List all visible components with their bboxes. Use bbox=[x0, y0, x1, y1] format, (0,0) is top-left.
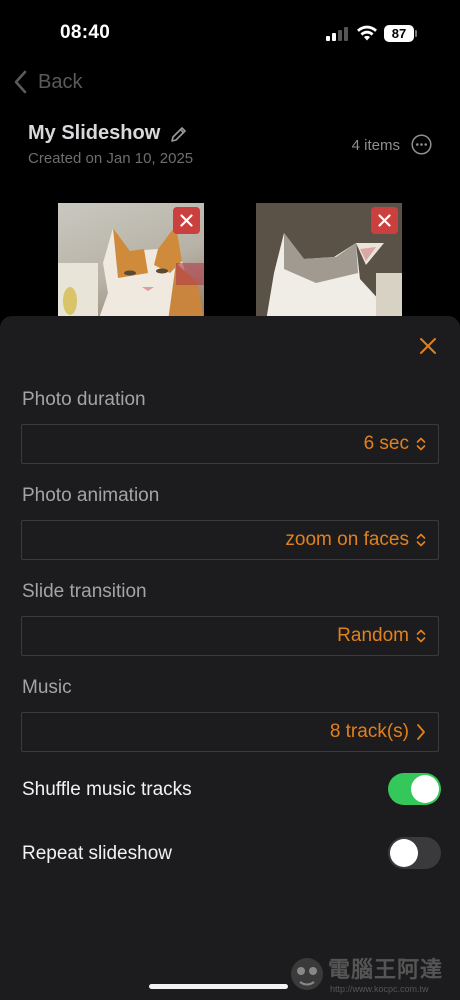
photo-duration-label: Photo duration bbox=[22, 389, 146, 410]
photo-animation-value: zoom on faces bbox=[285, 529, 409, 550]
back-button[interactable]: Back bbox=[12, 68, 82, 96]
chevron-left-icon bbox=[14, 70, 27, 94]
more-options-icon[interactable] bbox=[411, 134, 432, 155]
remove-photo-button[interactable] bbox=[371, 207, 398, 234]
created-date: Created on Jan 10, 2025 bbox=[28, 150, 194, 167]
status-time: 08:40 bbox=[60, 22, 111, 43]
album-title: My Slideshow bbox=[28, 122, 161, 144]
music-value: 8 track(s) bbox=[329, 721, 409, 742]
photo-thumbnail[interactable] bbox=[58, 203, 204, 321]
watermark: 電腦王阿達 http://www.kocpc.com.tw bbox=[288, 948, 456, 998]
watermark-title: 電腦王阿達 bbox=[328, 957, 444, 982]
photo-animation-select[interactable]: zoom on faces bbox=[21, 520, 439, 560]
watermark-logo bbox=[291, 958, 323, 990]
cellular-signal-icon bbox=[326, 27, 348, 41]
music-label: Music bbox=[22, 677, 72, 698]
photo-thumbnail[interactable] bbox=[256, 203, 402, 321]
slide-transition-label: Slide transition bbox=[22, 581, 147, 602]
wifi-icon bbox=[357, 25, 377, 41]
battery-level: 87 bbox=[384, 25, 414, 42]
photo-duration-value: 6 sec bbox=[363, 433, 409, 454]
chevron-right-icon bbox=[417, 724, 425, 740]
back-label: Back bbox=[38, 70, 83, 93]
battery-icon: 87 bbox=[384, 25, 418, 42]
chevron-up-down-icon bbox=[416, 629, 426, 643]
edit-pencil-icon[interactable] bbox=[170, 125, 188, 143]
photo-animation-label: Photo animation bbox=[22, 485, 160, 506]
close-icon bbox=[180, 214, 193, 227]
item-count: 4 items bbox=[351, 137, 400, 154]
remove-photo-button[interactable] bbox=[173, 207, 200, 234]
repeat-slideshow-label: Repeat slideshow bbox=[22, 843, 172, 864]
music-select[interactable]: 8 track(s) bbox=[21, 712, 439, 752]
toggle-knob bbox=[390, 839, 418, 867]
chevron-up-down-icon bbox=[416, 533, 426, 547]
slide-transition-value: Random bbox=[337, 625, 409, 646]
chevron-up-down-icon bbox=[416, 437, 426, 451]
home-indicator[interactable] bbox=[149, 984, 288, 989]
shuffle-music-label: Shuffle music tracks bbox=[22, 779, 192, 800]
toggle-knob bbox=[411, 775, 439, 803]
close-icon bbox=[378, 214, 391, 227]
photo-duration-select[interactable]: 6 sec bbox=[21, 424, 439, 464]
slideshow-settings-sheet: Photo duration 6 sec Photo animation zoo… bbox=[0, 316, 460, 1000]
repeat-slideshow-toggle[interactable] bbox=[388, 837, 441, 869]
close-sheet-icon[interactable] bbox=[418, 336, 438, 356]
shuffle-music-toggle[interactable] bbox=[388, 773, 441, 805]
slide-transition-select[interactable]: Random bbox=[21, 616, 439, 656]
watermark-url: http://www.kocpc.com.tw bbox=[330, 984, 429, 994]
